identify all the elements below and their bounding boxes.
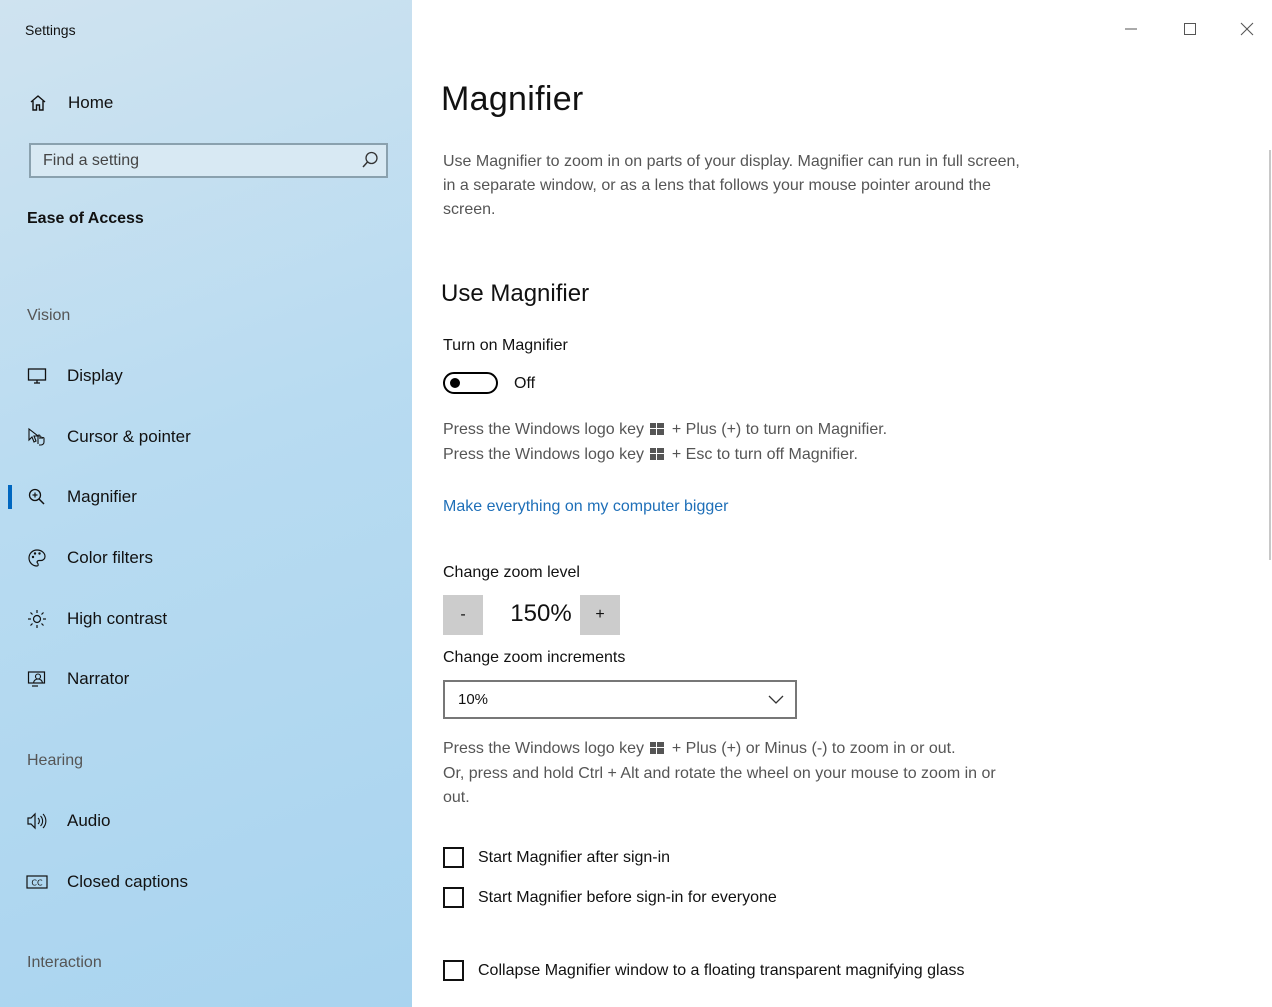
sidebar-home[interactable]: Home xyxy=(27,90,113,116)
checkbox-label: Collapse Magnifier window to a floating … xyxy=(478,962,965,979)
toggle-state: Off xyxy=(514,375,536,392)
main-content: Magnifier Use Magnifier to zoom in on pa… xyxy=(412,0,1272,1007)
home-label: Home xyxy=(68,93,114,112)
settings-window: Settings Home Ease of Access Vision Disp… xyxy=(0,0,1272,1007)
search-icon[interactable] xyxy=(360,150,380,170)
sidebar-item-magnifier[interactable]: Magnifier xyxy=(0,477,412,517)
sidebar-item-label: Display xyxy=(67,366,123,385)
hint-text: + Plus (+) to turn on Magnifier. xyxy=(671,421,888,438)
checkbox-box[interactable] xyxy=(443,847,464,868)
home-icon xyxy=(27,93,49,113)
collapse-window-checkbox[interactable]: Collapse Magnifier window to a floating … xyxy=(443,959,1003,982)
sidebar-item-cursor-pointer[interactable]: Cursor & pointer xyxy=(0,417,412,457)
search-input[interactable] xyxy=(31,145,363,176)
group-label-hearing: Hearing xyxy=(27,752,84,769)
zoom-increments-dropdown[interactable]: 10% xyxy=(443,680,797,719)
sidebar-item-color-filters[interactable]: Color filters xyxy=(0,538,412,578)
maximize-icon xyxy=(1184,23,1196,35)
windows-logo-icon xyxy=(650,423,665,435)
page-description: Use Magnifier to zoom in on parts of you… xyxy=(443,153,1020,218)
sun-icon xyxy=(26,608,48,630)
speaker-icon xyxy=(26,810,48,832)
hint-text: Press the Windows logo key xyxy=(443,740,644,757)
hint-text: + Esc to turn off Magnifier. xyxy=(671,446,858,463)
search-box[interactable] xyxy=(29,143,388,178)
chevron-down-icon xyxy=(768,695,784,704)
zoom-out-button[interactable]: - xyxy=(443,595,483,635)
sidebar-item-high-contrast[interactable]: High contrast xyxy=(0,599,412,639)
dropdown-value: 10% xyxy=(458,691,489,708)
zoom-level-label: Change zoom level xyxy=(443,564,580,581)
palette-icon xyxy=(26,547,48,569)
sidebar-item-display[interactable]: Display xyxy=(0,356,412,396)
checkbox-box[interactable] xyxy=(443,960,464,981)
zoom-hint-keyboard: Press the Windows logo key + Plus (+) or… xyxy=(443,736,956,761)
hint-turn-off: Press the Windows logo key + Esc to turn… xyxy=(443,442,858,467)
turn-on-label: Turn on Magnifier xyxy=(443,337,568,354)
close-icon xyxy=(1240,22,1254,36)
sidebar: Settings Home Ease of Access Vision Disp… xyxy=(0,0,412,1007)
start-before-signin-checkbox[interactable]: Start Magnifier before sign-in for every… xyxy=(443,886,777,909)
group-label-vision: Vision xyxy=(27,307,71,324)
section-heading: Ease of Access xyxy=(27,210,144,227)
minimize-icon xyxy=(1125,28,1137,30)
hint-turn-on: Press the Windows logo key + Plus (+) to… xyxy=(443,417,887,442)
zoom-in-button[interactable]: + xyxy=(580,595,620,635)
checkbox-label: Start Magnifier before sign-in for every… xyxy=(478,889,777,906)
close-button[interactable] xyxy=(1227,14,1267,44)
zoom-increments-label: Change zoom increments xyxy=(443,649,626,666)
sidebar-item-label: Cursor & pointer xyxy=(67,427,191,446)
windows-logo-icon xyxy=(650,448,665,460)
scrollbar[interactable] xyxy=(1269,150,1271,560)
narrator-icon xyxy=(26,668,48,690)
minimize-button[interactable] xyxy=(1111,14,1151,44)
maximize-button[interactable] xyxy=(1170,14,1210,44)
sidebar-item-label: Color filters xyxy=(67,548,153,567)
cursor-pointer-icon xyxy=(26,426,48,448)
sidebar-item-closed-captions[interactable]: CC Closed captions xyxy=(0,862,412,902)
make-bigger-link[interactable]: Make everything on my computer bigger xyxy=(443,498,728,516)
checkbox-box[interactable] xyxy=(443,887,464,908)
zoom-in-icon xyxy=(26,486,48,508)
windows-logo-icon xyxy=(650,742,665,754)
app-title: Settings xyxy=(25,22,76,38)
group-label-interaction: Interaction xyxy=(27,954,102,971)
sidebar-item-label: Magnifier xyxy=(67,487,137,506)
sidebar-item-audio[interactable]: Audio xyxy=(0,801,412,841)
checkbox-label: Start Magnifier after sign-in xyxy=(478,849,671,866)
sidebar-item-label: Narrator xyxy=(67,669,130,688)
hint-text: + Plus (+) or Minus (-) to zoom in or ou… xyxy=(671,740,956,757)
sidebar-item-label: High contrast xyxy=(67,609,168,628)
monitor-icon xyxy=(26,365,48,387)
hint-text: Press the Windows logo key xyxy=(443,421,644,438)
svg-text:CC: CC xyxy=(31,879,43,888)
start-after-signin-checkbox[interactable]: Start Magnifier after sign-in xyxy=(443,846,670,869)
magnifier-toggle[interactable] xyxy=(443,372,498,394)
sidebar-item-narrator[interactable]: Narrator xyxy=(0,659,412,699)
sidebar-item-label: Audio xyxy=(67,811,111,830)
toggle-knob xyxy=(450,378,460,388)
use-magnifier-heading: Use Magnifier xyxy=(441,280,590,307)
zoom-hint-mouse: Or, press and hold Ctrl + Alt and rotate… xyxy=(443,765,996,806)
page-title: Magnifier xyxy=(441,80,584,118)
hint-text: Press the Windows logo key xyxy=(443,446,644,463)
sidebar-item-label: Closed captions xyxy=(67,872,188,891)
zoom-level-value: 150% xyxy=(510,600,572,627)
cc-icon: CC xyxy=(26,871,48,893)
